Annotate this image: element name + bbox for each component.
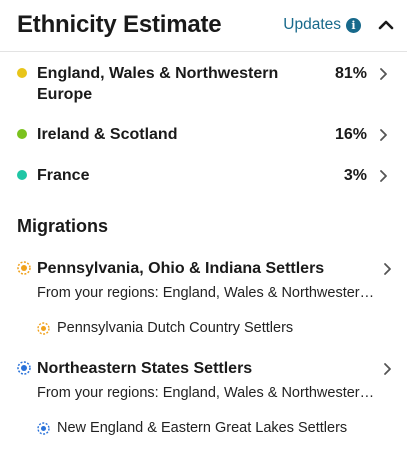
- sub-community-new-england[interactable]: New England & Eastern Great Lakes Settle…: [37, 420, 347, 436]
- ethnicity-percent: 16%: [334, 126, 367, 143]
- migrations-heading: Migrations: [17, 216, 109, 236]
- ethnicity-panel: Ethnicity Estimate Updates i England, Wa…: [0, 0, 407, 450]
- sub-community-pennsylvania-dutch[interactable]: Pennsylvania Dutch Country Settlers: [37, 320, 293, 336]
- ethnicity-row-england[interactable]: England, Wales & Northwestern Europe 81%: [17, 63, 395, 105]
- sub-community-name: Pennsylvania Dutch Country Settlers: [57, 320, 294, 336]
- chevron-right-icon: [379, 169, 391, 188]
- sub-community-name: New England & Eastern Great Lakes Settle…: [57, 420, 348, 436]
- ethnicity-name: England, Wales & Northwestern Europe: [37, 65, 279, 103]
- updates-link[interactable]: Updates i: [283, 16, 361, 34]
- info-icon[interactable]: i: [346, 17, 361, 33]
- ethnicity-row-ireland[interactable]: Ireland & Scotland 16%: [17, 124, 395, 147]
- chevron-right-icon: [379, 128, 391, 147]
- region-color-dot: [17, 129, 27, 139]
- migration-regions-text: From your regions: England, Wales & Nort…: [37, 285, 375, 301]
- ethnicity-percent: 81%: [334, 65, 367, 82]
- region-color-dot: [17, 170, 27, 180]
- migration-name: Pennsylvania, Ohio & Indiana Settlers: [37, 260, 325, 277]
- header-divider: [0, 51, 407, 52]
- migration-name: Northeastern States Settlers: [37, 360, 253, 377]
- migration-regions-text: From your regions: England, Wales & Nort…: [37, 385, 375, 401]
- migration-item-northeastern[interactable]: Northeastern States Settlers From your r…: [17, 358, 395, 403]
- chevron-right-icon: [379, 67, 391, 86]
- chevron-up-icon[interactable]: [375, 14, 397, 36]
- header-actions: Updates i: [283, 14, 397, 36]
- chevron-right-icon: [383, 262, 395, 281]
- migration-marker-icon: [37, 421, 50, 435]
- region-color-dot: [17, 68, 27, 78]
- ethnicity-percent: 3%: [343, 167, 367, 184]
- ethnicity-name: France: [37, 167, 90, 184]
- ethnicity-name: Ireland & Scotland: [37, 126, 178, 143]
- panel-header: Ethnicity Estimate Updates i: [17, 8, 397, 42]
- chevron-right-icon: [383, 362, 395, 381]
- migration-marker-icon: [37, 321, 50, 335]
- migration-marker-icon: [17, 261, 31, 275]
- migration-item-pennsylvania[interactable]: Pennsylvania, Ohio & Indiana Settlers Fr…: [17, 258, 395, 303]
- updates-label: Updates: [283, 16, 341, 33]
- migration-marker-icon: [17, 361, 31, 375]
- ethnicity-row-france[interactable]: France 3%: [17, 165, 395, 188]
- page-title: Ethnicity Estimate: [17, 11, 222, 38]
